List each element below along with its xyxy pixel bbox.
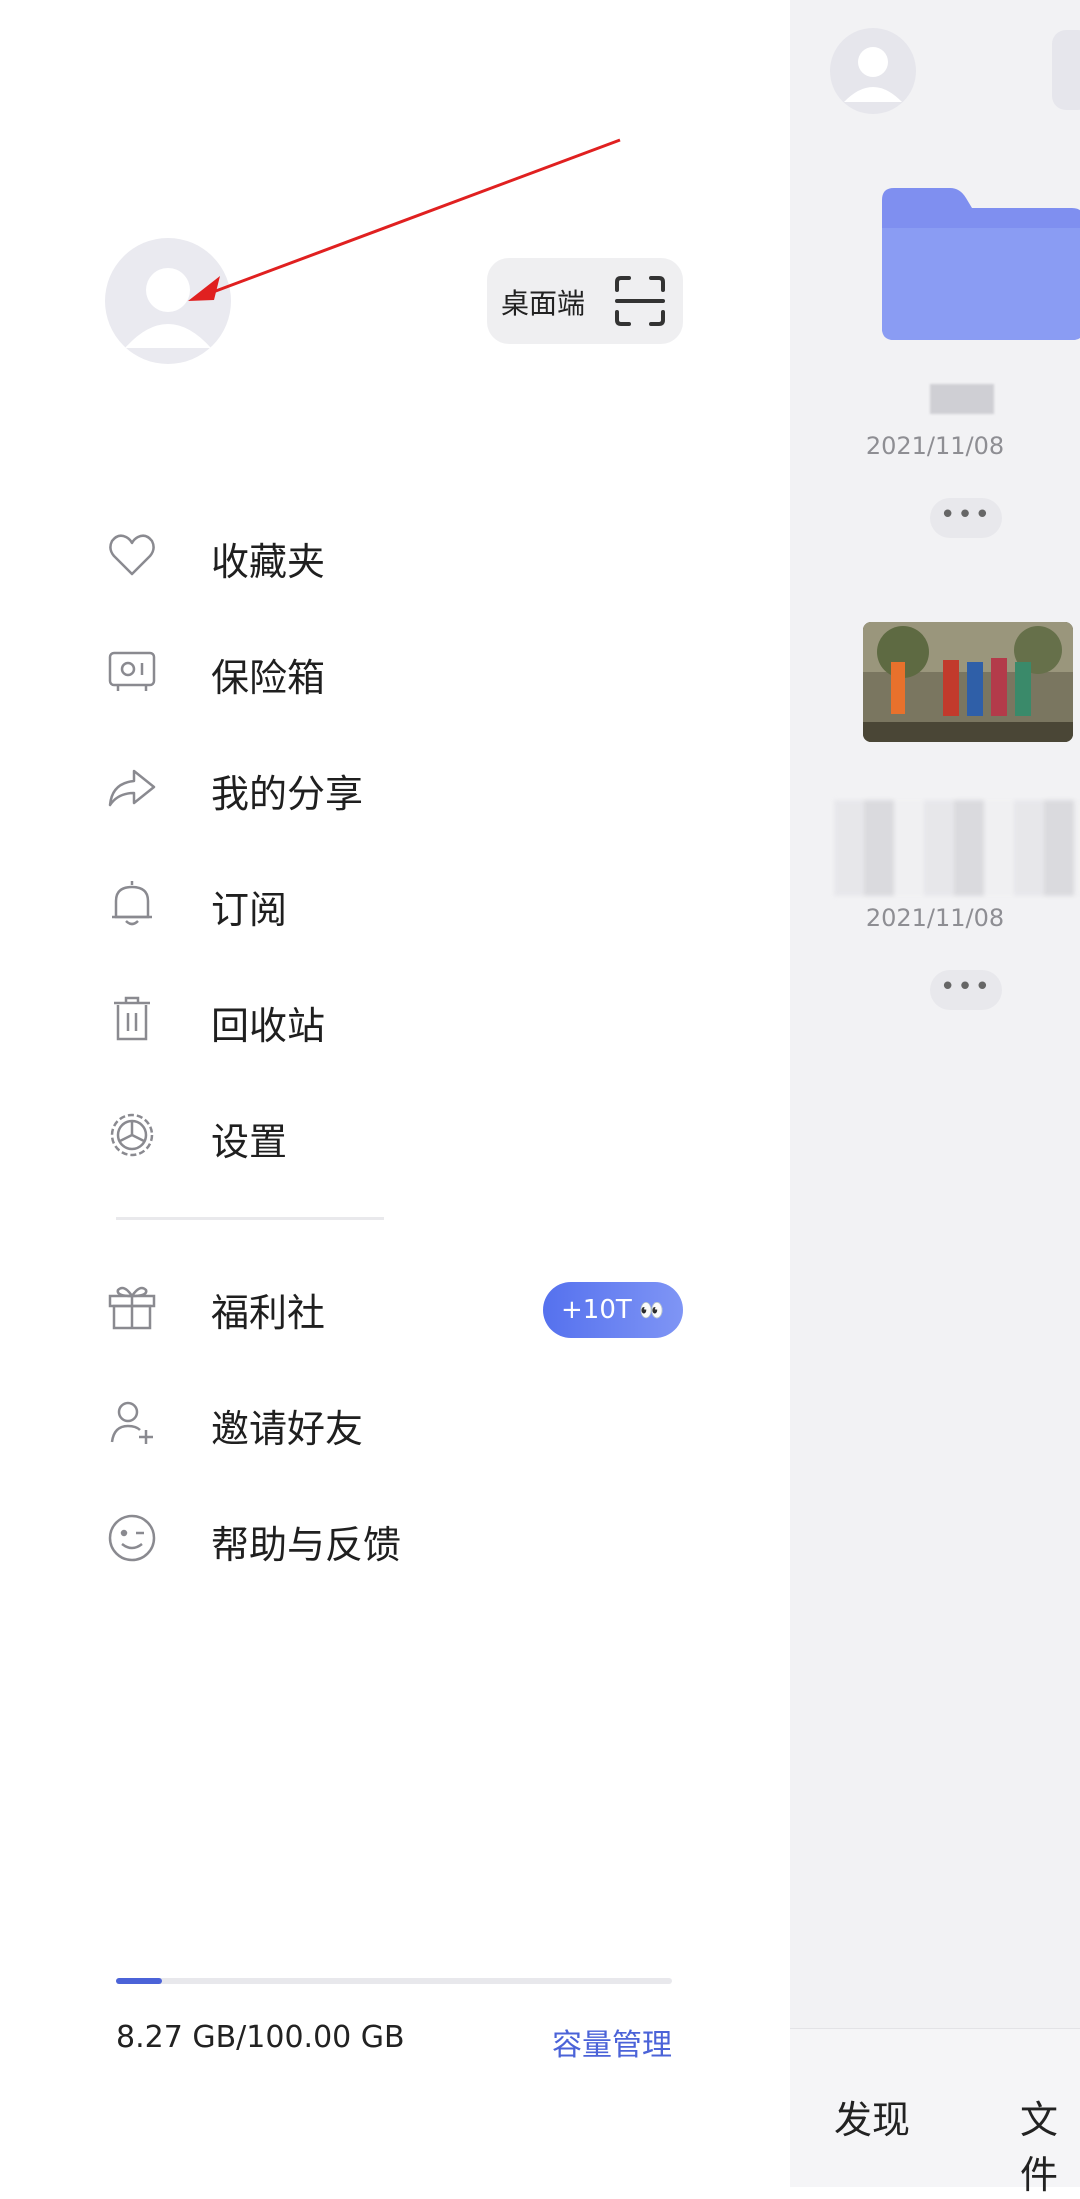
background-file-list: 2021/11/08 ••• 2021/11/08 ••• 发现 文件 [790, 0, 1080, 2197]
user-silhouette-icon [125, 268, 211, 348]
heart-icon [109, 534, 155, 576]
folder-icon[interactable] [872, 188, 1080, 348]
background-avatar[interactable] [830, 28, 916, 114]
scan-icon [615, 276, 665, 326]
user-silhouette-icon [844, 47, 902, 102]
add-user-icon [110, 1401, 153, 1444]
menu-item-label: 保险箱 [211, 656, 326, 700]
menu-item-favorites[interactable]: 收藏夹 [100, 505, 690, 605]
file-name-redacted [834, 800, 1080, 896]
background-edge-button[interactable] [1052, 30, 1080, 110]
bottom-tab-bar: 发现 文件 [790, 2028, 1080, 2197]
badge-text: +10T [561, 1295, 632, 1325]
storage-progress-bar [116, 1978, 672, 1984]
smile-wink-icon [108, 1514, 156, 1562]
safe-icon [108, 651, 156, 691]
menu-item-label: 回收站 [211, 1004, 326, 1048]
capacity-management-link[interactable]: 容量管理 [552, 2020, 672, 2064]
menu-item-subscriptions[interactable]: 订阅 [100, 853, 690, 953]
menu-item-my-shares[interactable]: 我的分享 [100, 737, 690, 837]
side-drawer: 桌面端 收藏夹 保险箱 我的分享 订阅 回收站 设置 福利社 +10T 👀 邀请… [0, 0, 790, 2186]
menu-item-label: 我的分享 [211, 772, 364, 816]
menu-item-help-feedback[interactable]: 帮助与反馈 [100, 1488, 690, 1588]
menu-item-recycle-bin[interactable]: 回收站 [100, 969, 690, 1069]
user-avatar[interactable] [105, 238, 231, 364]
video-frame-image [863, 622, 1073, 742]
tab-discover[interactable]: 发现 [834, 2089, 910, 2144]
menu-divider [116, 1217, 384, 1220]
tab-files[interactable]: 文件 [1020, 2089, 1080, 2199]
menu-item-safe[interactable]: 保险箱 [100, 621, 690, 721]
menu-item-label: 订阅 [211, 888, 288, 932]
file-name-redacted [930, 384, 994, 414]
bell-icon [112, 881, 152, 926]
menu-item-welfare[interactable]: 福利社 +10T 👀 [100, 1256, 690, 1356]
menu-item-label: 设置 [211, 1120, 288, 1164]
menu-item-label: 邀请好友 [211, 1407, 364, 1451]
storage-progress-fill [116, 1978, 162, 1984]
video-thumbnail[interactable] [863, 622, 1073, 742]
more-options-button[interactable]: ••• [930, 498, 1002, 538]
menu-item-settings[interactable]: 设置 [100, 1085, 690, 1185]
eyes-emoji-icon: 👀 [639, 1298, 665, 1322]
menu-item-label: 收藏夹 [211, 540, 326, 584]
file-date: 2021/11/08 [865, 432, 1005, 460]
menu-item-invite-friends[interactable]: 邀请好友 [100, 1372, 690, 1472]
more-options-button[interactable]: ••• [930, 970, 1002, 1010]
gear-icon [110, 1113, 154, 1157]
menu-item-label: 帮助与反馈 [211, 1523, 402, 1567]
trash-icon [114, 996, 150, 1041]
storage-usage-text: 8.27 GB/100.00 GB [116, 2020, 405, 2055]
share-arrow-icon [108, 769, 156, 807]
file-date: 2021/11/08 [865, 904, 1005, 932]
desktop-client-label: 桌面端 [501, 287, 586, 320]
gift-icon [108, 1286, 156, 1330]
menu-item-label: 福利社 [211, 1291, 326, 1335]
desktop-client-button[interactable]: 桌面端 [487, 258, 683, 344]
storage-bonus-badge[interactable]: +10T 👀 [543, 1282, 683, 1338]
